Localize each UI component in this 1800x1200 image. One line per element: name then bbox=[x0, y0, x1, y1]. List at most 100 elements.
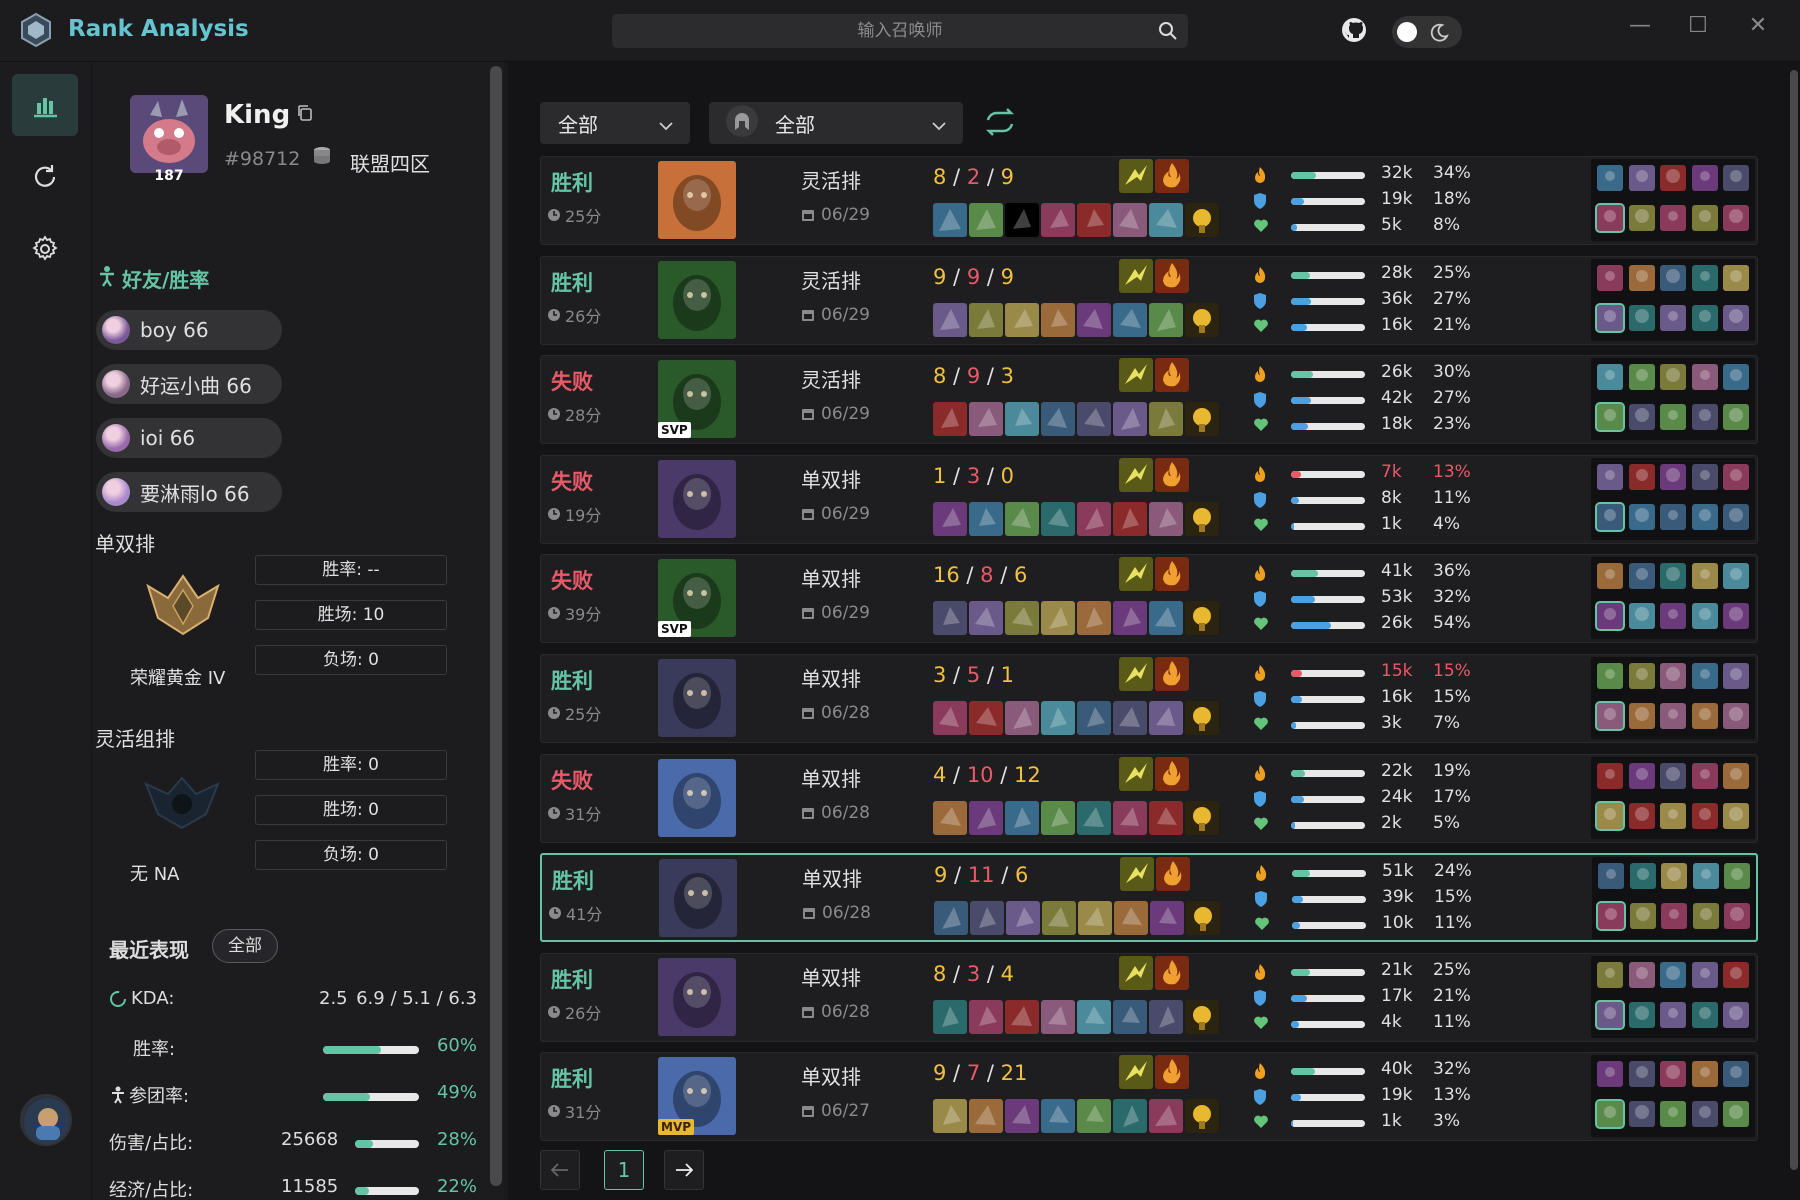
item-icon[interactable] bbox=[1113, 402, 1147, 437]
item-icon[interactable] bbox=[1150, 901, 1184, 936]
flash-spell-icon[interactable] bbox=[1119, 358, 1153, 393]
enemy-avatar[interactable] bbox=[1691, 1101, 1718, 1128]
ally-avatar[interactable] bbox=[1628, 961, 1655, 988]
ally-avatar[interactable] bbox=[1597, 1061, 1623, 1088]
ally-avatar[interactable] bbox=[1628, 463, 1655, 490]
item-icon[interactable] bbox=[1005, 302, 1039, 337]
item-icon[interactable] bbox=[1077, 203, 1111, 237]
match-card[interactable]: 胜利 25分 灵活排 06/29 8 / 2 / 9 32k 34% 19k 1… bbox=[540, 156, 1758, 245]
ally-avatar[interactable] bbox=[1597, 165, 1623, 191]
search-input[interactable] bbox=[612, 14, 1188, 48]
item-icon[interactable] bbox=[1041, 402, 1075, 437]
match-card[interactable]: 胜利 26分 单双排 06/28 8 / 3 / 4 21k 25% 17k 2… bbox=[540, 952, 1758, 1042]
ignite-spell-icon[interactable] bbox=[1155, 756, 1189, 791]
trinket-icon[interactable] bbox=[1185, 501, 1219, 536]
recent-filter-button[interactable]: 全部 bbox=[212, 929, 278, 963]
match-card[interactable]: 失败 39分 SVP 单双排 06/29 16 / 8 / 6 41k 36% bbox=[540, 554, 1758, 644]
item-icon[interactable] bbox=[1113, 800, 1147, 835]
enemy-avatar[interactable] bbox=[1724, 903, 1750, 930]
ally-avatar[interactable] bbox=[1660, 762, 1686, 789]
champion-portrait[interactable] bbox=[658, 957, 736, 1036]
item-icon[interactable] bbox=[933, 999, 967, 1034]
ally-avatar[interactable] bbox=[1723, 264, 1749, 291]
flash-spell-icon[interactable] bbox=[1119, 756, 1153, 791]
github-icon[interactable] bbox=[1340, 16, 1368, 48]
enemy-avatar[interactable] bbox=[1723, 603, 1749, 630]
item-icon[interactable] bbox=[969, 1099, 1003, 1134]
enemy-avatar[interactable] bbox=[1691, 404, 1718, 431]
ally-avatar[interactable] bbox=[1629, 863, 1656, 890]
ally-avatar[interactable] bbox=[1691, 463, 1718, 490]
ally-avatar[interactable] bbox=[1628, 1061, 1655, 1088]
item-icon[interactable] bbox=[1041, 999, 1075, 1034]
enemy-avatar[interactable] bbox=[1691, 802, 1718, 829]
item-icon[interactable] bbox=[1077, 999, 1111, 1034]
ally-avatar[interactable] bbox=[1723, 364, 1749, 391]
theme-toggle[interactable] bbox=[1392, 16, 1462, 48]
ally-avatar[interactable] bbox=[1691, 961, 1718, 988]
flash-spell-icon[interactable] bbox=[1119, 955, 1153, 990]
ally-avatar[interactable] bbox=[1597, 762, 1623, 789]
ally-avatar[interactable] bbox=[1691, 364, 1718, 391]
enemy-avatar[interactable] bbox=[1660, 802, 1686, 829]
ally-avatar[interactable] bbox=[1597, 264, 1623, 291]
ally-avatar[interactable] bbox=[1691, 563, 1718, 590]
enemy-avatar[interactable] bbox=[1691, 1001, 1718, 1028]
enemy-avatar[interactable] bbox=[1660, 404, 1686, 431]
item-icon[interactable] bbox=[1041, 501, 1075, 536]
item-icon[interactable] bbox=[1041, 203, 1075, 237]
sidebar-scrollbar[interactable] bbox=[490, 66, 502, 1186]
item-icon[interactable] bbox=[1149, 701, 1183, 735]
item-icon[interactable] bbox=[1005, 1099, 1039, 1134]
enemy-avatar[interactable] bbox=[1723, 503, 1749, 530]
next-page-button[interactable] bbox=[664, 1150, 704, 1190]
trinket-icon[interactable] bbox=[1185, 800, 1219, 835]
ally-avatar[interactable] bbox=[1661, 863, 1687, 890]
enemy-avatar[interactable] bbox=[1595, 501, 1625, 532]
enemy-avatar[interactable] bbox=[1660, 304, 1686, 331]
ally-avatar[interactable] bbox=[1597, 364, 1623, 391]
refresh-nav-button[interactable] bbox=[12, 146, 78, 208]
champion-portrait[interactable] bbox=[658, 459, 736, 538]
enemy-avatar[interactable] bbox=[1595, 402, 1625, 433]
item-icon[interactable] bbox=[969, 601, 1003, 636]
ally-avatar[interactable] bbox=[1724, 863, 1750, 890]
enemy-avatar[interactable] bbox=[1595, 999, 1625, 1030]
ally-avatar[interactable] bbox=[1723, 961, 1749, 988]
trinket-icon[interactable] bbox=[1185, 1099, 1219, 1134]
item-icon[interactable] bbox=[969, 501, 1003, 536]
item-icon[interactable] bbox=[1041, 302, 1075, 337]
ally-avatar[interactable] bbox=[1692, 863, 1719, 890]
ignite-spell-icon[interactable] bbox=[1155, 657, 1189, 691]
champion-portrait[interactable] bbox=[658, 260, 736, 339]
enemy-avatar[interactable] bbox=[1628, 1001, 1655, 1028]
item-icon[interactable] bbox=[1113, 501, 1147, 536]
item-icon[interactable] bbox=[1113, 601, 1147, 636]
enemy-avatar[interactable] bbox=[1723, 205, 1749, 231]
item-icon[interactable] bbox=[933, 501, 967, 536]
item-icon[interactable] bbox=[1041, 701, 1075, 735]
enemy-avatar[interactable] bbox=[1660, 1101, 1686, 1128]
trinket-icon[interactable] bbox=[1185, 302, 1219, 337]
item-icon[interactable] bbox=[934, 901, 968, 936]
flash-spell-icon[interactable] bbox=[1120, 857, 1154, 892]
enemy-avatar[interactable] bbox=[1628, 1101, 1655, 1128]
enemy-avatar[interactable] bbox=[1723, 304, 1749, 331]
ally-avatar[interactable] bbox=[1660, 961, 1686, 988]
enemy-avatar[interactable] bbox=[1660, 603, 1686, 630]
item-icon[interactable] bbox=[1005, 601, 1039, 636]
close-button[interactable]: ✕ bbox=[1740, 12, 1776, 40]
item-icon[interactable] bbox=[1113, 302, 1147, 337]
match-card[interactable]: 胜利 41分 单双排 06/28 9 / 11 / 6 51k 24% 39k … bbox=[540, 853, 1758, 943]
item-icon[interactable] bbox=[969, 203, 1003, 237]
ignite-spell-icon[interactable] bbox=[1155, 358, 1189, 393]
champion-filter-select[interactable]: 全部 bbox=[709, 102, 963, 144]
item-icon[interactable] bbox=[933, 1099, 967, 1134]
ally-avatar[interactable] bbox=[1597, 463, 1623, 490]
ally-avatar[interactable] bbox=[1628, 165, 1655, 191]
search-icon[interactable] bbox=[1158, 21, 1178, 45]
ally-avatar[interactable] bbox=[1723, 762, 1749, 789]
enemy-avatar[interactable] bbox=[1691, 205, 1718, 231]
ally-avatar[interactable] bbox=[1723, 463, 1749, 490]
item-icon[interactable] bbox=[970, 901, 1004, 936]
